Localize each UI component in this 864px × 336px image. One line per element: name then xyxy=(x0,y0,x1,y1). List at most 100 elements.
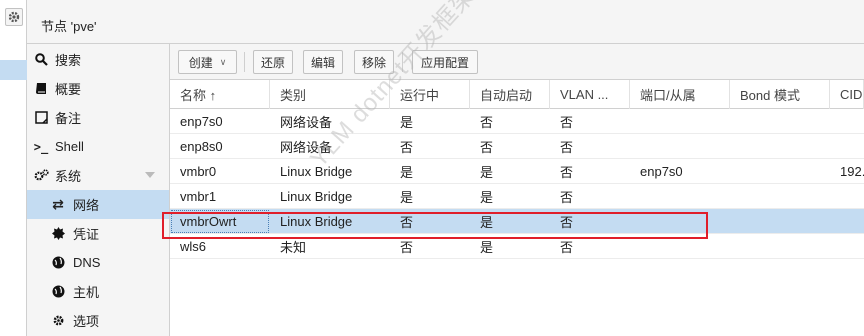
toolbar-separator xyxy=(244,52,245,72)
cell-autostart: 是 xyxy=(480,190,494,205)
gear-icon xyxy=(8,11,20,23)
cell-ports: enp7s0 xyxy=(640,164,683,179)
nav-item-label: 系统 xyxy=(55,169,82,184)
terminal-icon: >_ xyxy=(33,139,49,154)
chevron-down-icon: ∨ xyxy=(219,56,227,67)
column-header-ports-slaves[interactable]: 端口/从属 xyxy=(630,80,730,109)
table-row[interactable]: vmbr0 Linux Bridge 是 是 否 enp7s0 192. xyxy=(170,159,864,184)
cell-vlan: 否 xyxy=(560,115,574,130)
cell-bond-mode xyxy=(730,159,830,184)
node-menu: 搜索 概要 备注 >_ Shell 系统 ⇄ 网络 凭证 DNS 主机 选项 xyxy=(27,44,170,336)
nav-item-label: 主机 xyxy=(73,285,100,300)
cell-active: 是 xyxy=(400,190,414,205)
cell-name: enp7s0 xyxy=(180,114,223,129)
nav-item-label: 概要 xyxy=(55,82,82,97)
create-button[interactable]: 创建 ∨ xyxy=(178,50,237,74)
cell-vlan: 否 xyxy=(560,140,574,155)
page-title: 节点 'pve' xyxy=(41,19,97,34)
gears-icon xyxy=(27,169,55,182)
table-row[interactable]: enp8s0 网络设备 否 否 否 xyxy=(170,134,864,159)
cell-autostart: 是 xyxy=(480,240,494,255)
cell-ports xyxy=(630,109,730,134)
column-header-bond-mode[interactable]: Bond 模式 xyxy=(730,80,830,109)
cell-cidr xyxy=(830,134,864,159)
table-row[interactable]: vmbr1 Linux Bridge 是 是 否 xyxy=(170,184,864,209)
grid-body: enp7s0 网络设备是否否 enp8s0 网络设备否否否 vmbr0 Linux Bri… xyxy=(170,109,864,336)
cell-type: Linux Bridge xyxy=(280,164,353,179)
cell-ports xyxy=(630,209,730,234)
cell-type: 未知 xyxy=(280,240,307,255)
column-header-cidr[interactable]: CIDR xyxy=(830,80,864,109)
nav-item-certificates[interactable]: 凭证 xyxy=(27,219,169,248)
cell-name: enp8s0 xyxy=(180,139,223,154)
chevron-down-icon[interactable] xyxy=(145,172,155,178)
tree-selected-node[interactable] xyxy=(0,60,27,80)
nav-item-label: 搜索 xyxy=(55,53,82,68)
nav-item-summary[interactable]: 概要 xyxy=(27,74,169,103)
nav-item-label: DNS xyxy=(73,255,101,270)
cell-vlan: 否 xyxy=(560,190,574,205)
book-icon xyxy=(27,82,55,95)
toolbar: 创建 ∨ 还原 编辑 移除 应用配置 xyxy=(170,44,864,80)
revert-button-label: 还原 xyxy=(260,55,285,70)
cell-vlan: 否 xyxy=(560,165,574,180)
edit-button[interactable]: 编辑 xyxy=(303,50,343,74)
nav-item-hosts[interactable]: 主机 xyxy=(27,277,169,306)
remove-button[interactable]: 移除 xyxy=(354,50,394,74)
tree-settings-button[interactable] xyxy=(5,8,23,26)
cell-autostart: 是 xyxy=(480,165,494,180)
cell-cidr xyxy=(830,109,864,134)
globe-icon xyxy=(43,285,73,298)
toolbar-separator xyxy=(402,52,403,72)
panel-header: 节点 'pve' xyxy=(27,0,864,44)
cell-type: Linux Bridge xyxy=(280,214,353,229)
remove-button-label: 移除 xyxy=(361,55,386,70)
cell-type: 网络设备 xyxy=(280,140,333,155)
revert-button[interactable]: 还原 xyxy=(253,50,293,74)
column-header-name[interactable]: 名称 ↑ xyxy=(170,80,270,109)
nav-item-notes[interactable]: 备注 xyxy=(27,103,169,132)
create-button-label: 创建 xyxy=(188,55,213,70)
nav-item-system[interactable]: 系统 xyxy=(27,161,169,190)
cell-active: 否 xyxy=(400,240,414,255)
globe-icon xyxy=(43,256,73,269)
cell-type: Linux Bridge xyxy=(280,189,353,204)
table-row[interactable]: wls6 未知 否 是 否 xyxy=(170,234,864,259)
nav-item-label: 备注 xyxy=(55,111,82,126)
cell-autostart: 否 xyxy=(480,115,494,130)
nav-item-shell[interactable]: >_ Shell xyxy=(27,132,169,161)
cell-bond-mode xyxy=(730,184,830,209)
edit-button-label: 编辑 xyxy=(310,55,335,70)
nav-item-dns[interactable]: DNS xyxy=(27,248,169,277)
cell-bond-mode xyxy=(730,209,830,234)
cell-active: 否 xyxy=(400,215,414,230)
search-icon xyxy=(27,53,55,66)
nav-item-label: 选项 xyxy=(73,314,100,329)
table-row[interactable]: vmbrOwrt Linux Bridge 否 是 否 xyxy=(170,209,864,234)
cell-autostart: 是 xyxy=(480,215,494,230)
nav-item-label: Shell xyxy=(55,139,84,154)
resource-tree-strip xyxy=(0,0,27,336)
cell-name: wls6 xyxy=(180,239,207,254)
grid-header: 名称 ↑ 类别 运行中 自动启动 VLAN ... 端口/从属 Bond 模式 … xyxy=(170,80,864,109)
apply-button-label: 应用配置 xyxy=(420,55,469,70)
column-header-autostart[interactable]: 自动启动 xyxy=(470,80,550,109)
cell-name: vmbr0 xyxy=(180,164,217,179)
cell-ports xyxy=(630,184,730,209)
cell-cidr xyxy=(830,184,864,209)
gear-icon xyxy=(43,314,73,327)
nav-item-network[interactable]: ⇄ 网络 xyxy=(27,190,169,219)
cell-name: vmbrOwrt xyxy=(170,209,270,234)
column-header-active[interactable]: 运行中 xyxy=(390,80,470,109)
cell-autostart: 否 xyxy=(480,140,494,155)
apply-configuration-button[interactable]: 应用配置 xyxy=(412,50,478,74)
cell-bond-mode xyxy=(730,234,830,259)
nav-item-options[interactable]: 选项 xyxy=(27,306,169,335)
column-header-vlan[interactable]: VLAN ... xyxy=(550,80,630,109)
column-header-type[interactable]: 类别 xyxy=(270,80,390,109)
exchange-icon: ⇄ xyxy=(52,196,64,212)
network-panel: 创建 ∨ 还原 编辑 移除 应用配置 名称 ↑ 类别 运行中 自动启动 VLAN… xyxy=(170,44,864,336)
table-row[interactable]: enp7s0 网络设备 是 否 否 xyxy=(170,109,864,134)
cell-active: 是 xyxy=(400,165,414,180)
nav-item-search[interactable]: 搜索 xyxy=(27,45,169,74)
